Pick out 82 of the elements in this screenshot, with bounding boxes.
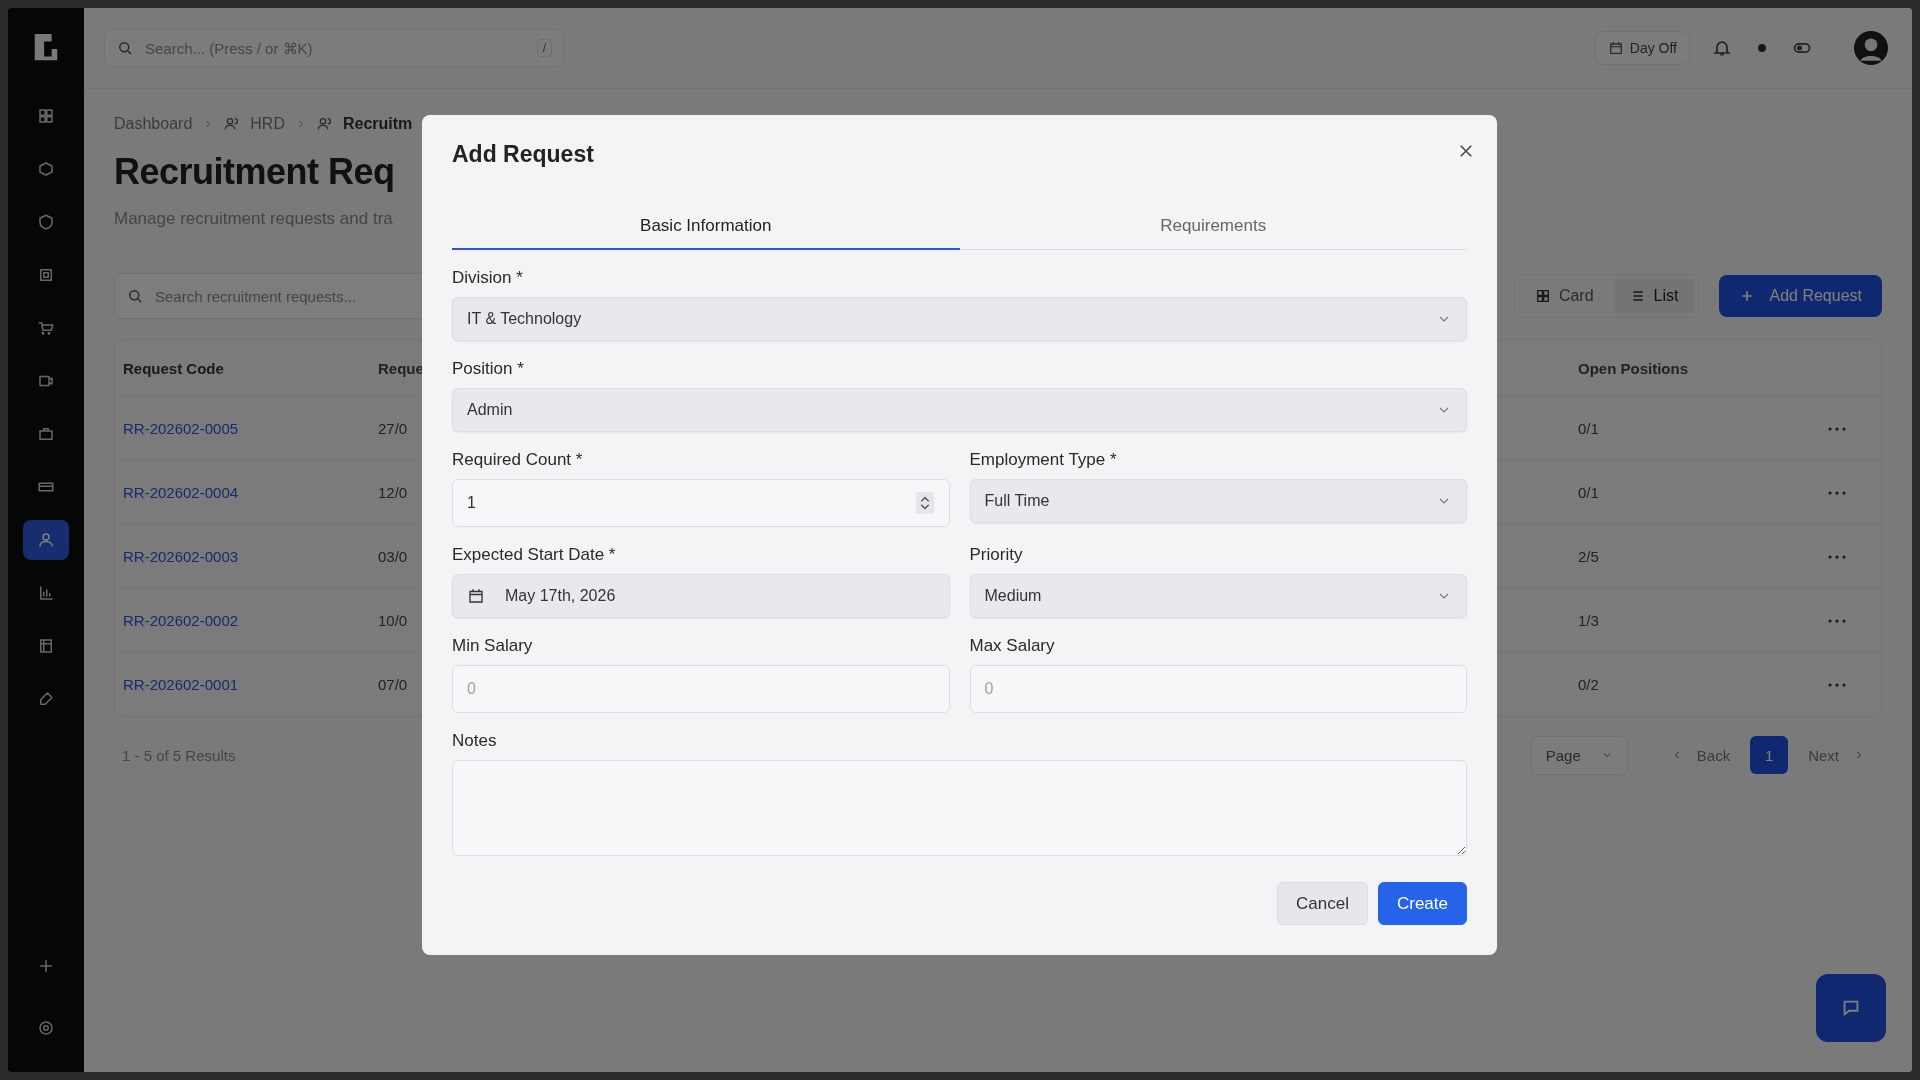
avatar-icon[interactable] [1854,31,1888,65]
more-icon[interactable] [1828,618,1846,623]
calendar-icon [1607,40,1624,56]
column-header: Request Code [123,359,224,377]
breadcrumb-link[interactable]: HRD [250,115,285,133]
date-field[interactable]: May 17th, 2026 [452,574,950,618]
field-label: Notes [452,731,498,751]
chart-icon [37,584,55,602]
field-label: Position * [452,359,525,379]
table-cell: 07/0 [378,676,408,693]
tab[interactable]: Basic Information [452,208,960,250]
plus-icon [37,957,55,975]
next-button[interactable]: Next [1802,740,1871,770]
bell-icon[interactable] [1712,38,1732,58]
more-icon[interactable] [1828,490,1846,495]
more-icon[interactable] [1828,426,1846,431]
cart-icon [37,319,55,337]
more-icon[interactable] [1828,682,1846,687]
table-cell: 03/0 [378,548,408,565]
pencil-icon [37,690,55,708]
field-label: Min Salary [452,636,534,656]
person-icon [37,531,55,549]
close-icon[interactable] [1457,142,1475,160]
grid-icon [37,107,55,125]
select-field[interactable]: Admin [452,388,1467,432]
people-icon [224,116,241,132]
column-header: Open Positions [1578,359,1688,377]
breadcrumb-link[interactable]: Dashboard [114,115,193,133]
briefcase-icon [37,425,55,443]
request-code-link[interactable]: RR-202602-0005 [123,420,239,437]
more-icon[interactable] [1828,554,1846,559]
people-icon [316,116,333,132]
create-button[interactable]: Create [1377,882,1467,925]
cancel-button[interactable]: Cancel [1277,882,1368,925]
table-cell: 1/3 [1578,612,1599,629]
request-code-link[interactable]: RR-202602-0003 [123,548,239,565]
day-off-button[interactable]: Day Off [1594,31,1690,65]
notes-field[interactable] [452,760,1467,856]
column-header: Reque [378,359,424,377]
add-request-button[interactable]: Add Request [1719,275,1882,317]
table-icon [37,637,55,655]
input-field[interactable]: 0 [969,665,1467,713]
per-page-select[interactable]: Page [1530,735,1628,775]
breadcrumb-link[interactable]: Recruitm [342,115,413,133]
table-cell: 0/1 [1578,484,1599,501]
calendar-icon [467,587,485,605]
select-field[interactable]: Full Time [969,479,1467,523]
page-title: Recruitment Req [114,151,395,193]
field-label: Employment Type * [969,450,1118,470]
tab[interactable]: Requirements [959,208,1467,250]
shield-icon [37,213,55,231]
grid-icon [1534,288,1551,304]
request-code-link[interactable]: RR-202602-0001 [123,676,239,693]
table-cell: 0/1 [1578,420,1599,437]
cube-icon [37,160,55,178]
view-toggle[interactable]: List [1613,279,1695,313]
stepper-icon[interactable] [914,492,935,514]
select-field[interactable]: Medium [969,574,1467,618]
dialog-title: Add Request [452,141,594,168]
search-icon [126,287,144,305]
sidebar-item[interactable] [23,520,69,560]
table-cell: 10/0 [378,612,408,629]
shortcut-key: / [536,39,552,57]
field-label: Expected Start Date * [452,545,617,565]
page-button[interactable]: 1 [1750,736,1789,774]
request-code-link[interactable]: RR-202602-0002 [123,612,239,629]
table-cell: 12/0 [378,484,408,501]
field-label: Required Count * [452,450,584,470]
field-label: Priority [969,545,1024,565]
target-icon [37,1019,55,1037]
input-field[interactable]: 0 [452,665,950,713]
table-cell: 0/2 [1578,676,1599,693]
number-field[interactable]: 1 [452,479,950,527]
table-cell: 27/0 [378,420,408,437]
chat-button[interactable] [1816,974,1886,1042]
table-cell: 2/5 [1578,548,1599,565]
request-code-link[interactable]: RR-202602-0004 [123,484,239,501]
view-toggle[interactable]: Card [1518,279,1610,313]
back-button[interactable]: Back [1664,740,1737,770]
search-icon [116,39,134,57]
select-field[interactable]: IT & Technology [452,297,1467,341]
field-label: Max Salary [969,636,1056,656]
